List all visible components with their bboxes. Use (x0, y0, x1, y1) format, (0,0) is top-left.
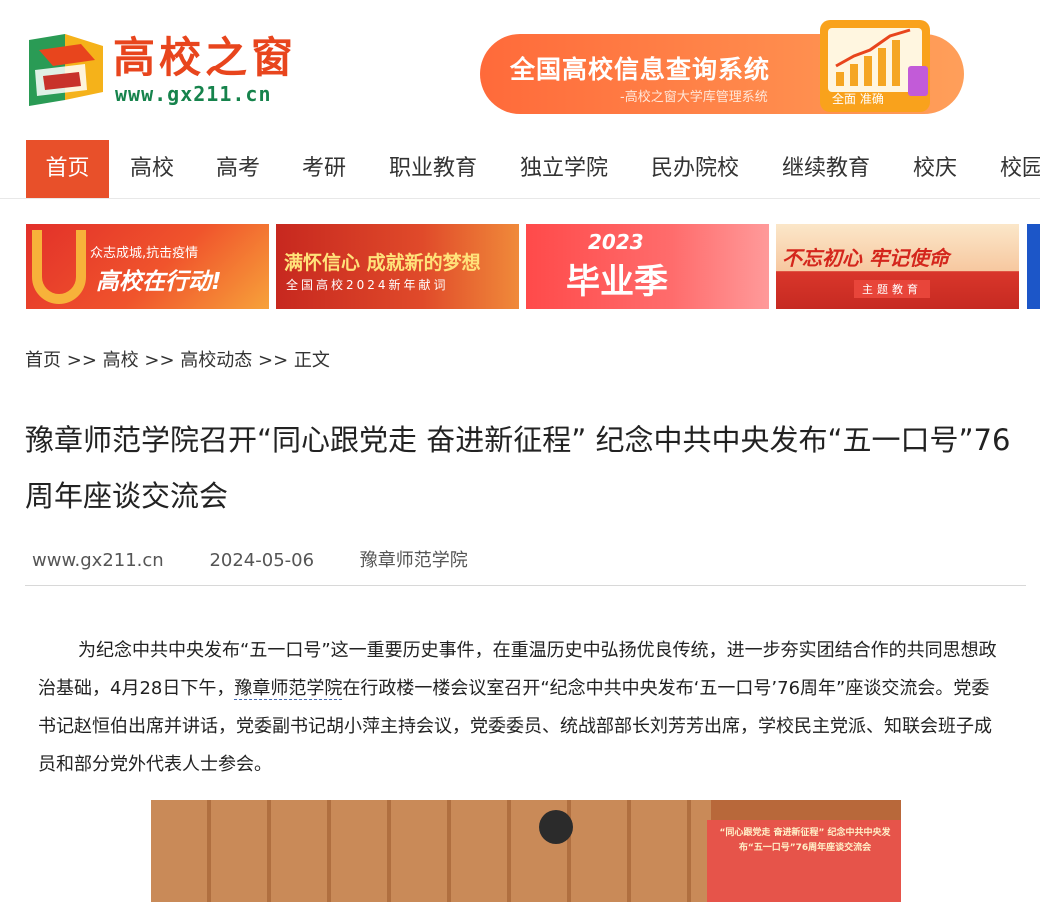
college-inline-link[interactable]: 豫章师范学院 (234, 678, 343, 700)
ad-tagline: 全面 准确 (832, 92, 884, 106)
nav-item-independent-colleges[interactable]: 独立学院 (520, 140, 608, 198)
letter-u-graphic (32, 230, 86, 304)
breadcrumb-college-news[interactable]: 高校动态 (180, 350, 252, 371)
article-photo: “同心跟党走 奋进新征程” 纪念中共中央发布“五一口号”76周年座谈交流会 (151, 800, 901, 902)
promo-banner-line1: 不忘初心 牢记使命 (782, 246, 949, 270)
nav-item-anniversary[interactable]: 校庆 (913, 140, 957, 198)
promo-banner-line2: 毕业季 (566, 262, 668, 302)
main-nav: 首页 高校 高考 考研 职业教育 独立学院 民办院校 继续教育 校庆 校园 (0, 140, 1040, 199)
promo-banner-line2: 全国高校2024新年献词 (286, 278, 449, 292)
promo-banner-line1: 满怀信心 成就新的梦想 (284, 252, 481, 274)
promo-banner-theme-education[interactable]: 不忘初心 牢记使命 主题教育 (776, 224, 1019, 309)
article-source-site: www.gx211.cn (32, 550, 164, 571)
site-logo[interactable]: 高校之窗 www.gx211.cn (25, 30, 325, 110)
article-title: 豫章师范学院召开“同心跟党走 奋进新征程” 纪念中共中央发布“五一口号”76周年… (25, 423, 1011, 513)
ceiling-speaker (539, 810, 573, 844)
nav-item-kaoyan[interactable]: 考研 (302, 140, 346, 198)
logo-domain: www.gx211.cn (115, 82, 272, 106)
promo-banner-partial[interactable] (1027, 224, 1040, 309)
article-meta: www.gx211.cn 2024-05-06 豫章师范学院 (32, 546, 508, 572)
breadcrumb-separator: >> (258, 350, 289, 371)
promo-banner-line2: 高校在行动! (96, 269, 222, 295)
nav-item-colleges[interactable]: 高校 (130, 140, 174, 198)
wood-wall-graphic (151, 800, 711, 902)
article-paragraph: 为纪念中共中央发布“五一口号”这一重要历史事件，在重温历史中弘扬优良传统，进一步… (38, 632, 1006, 784)
projection-screen-text: “同心跟党走 奋进新征程” 纪念中共中央发布“五一口号”76周年座谈交流会 (719, 828, 891, 853)
breadcrumb-current: 正文 (293, 350, 330, 371)
promo-banner-line1: 众志成城,抗击疫情 (90, 246, 199, 261)
nav-item-gaokao[interactable]: 高考 (216, 140, 260, 198)
promo-banner-line1: 2023 (588, 230, 644, 254)
breadcrumb-colleges[interactable]: 高校 (103, 350, 139, 371)
breadcrumb-separator: >> (144, 350, 175, 371)
promo-banner-fight-epidemic[interactable]: 众志成城,抗击疫情 高校在行动! (26, 224, 269, 309)
nav-item-private-colleges[interactable]: 民办院校 (651, 140, 739, 198)
meta-divider (25, 585, 1026, 586)
ad-subtitle: -高校之窗大学库管理系统 (620, 90, 768, 105)
promo-banner-graduation[interactable]: 2023 毕业季 (526, 224, 769, 309)
nav-item-campus[interactable]: 校园 (1000, 140, 1040, 198)
ad-title: 全国高校信息查询系统 (510, 55, 771, 84)
college-query-ad-banner[interactable]: 全国高校信息查询系统 -高校之窗大学库管理系统 全面 准确 (480, 20, 964, 114)
article-date: 2024-05-06 (209, 550, 315, 571)
logo-window-icon (29, 34, 103, 106)
breadcrumb-home[interactable]: 首页 (25, 350, 61, 371)
site-header: 高校之窗 www.gx211.cn 全国高校信息查询系统 -高校之窗大学库管理系… (0, 0, 1040, 140)
breadcrumb-separator: >> (66, 350, 97, 371)
logo-name: 高校之窗 (113, 33, 298, 82)
nav-item-home[interactable]: 首页 (26, 140, 109, 198)
nav-item-continuing-education[interactable]: 继续教育 (782, 140, 870, 198)
nav-item-vocational[interactable]: 职业教育 (389, 140, 477, 198)
promo-banner-new-year[interactable]: 满怀信心 成就新的梦想 全国高校2024新年献词 (276, 224, 519, 309)
article-author: 豫章师范学院 (359, 550, 468, 571)
breadcrumb: 首页 >> 高校 >> 高校动态 >> 正文 (25, 346, 330, 372)
promo-banner-line2: 主题教育 (854, 280, 930, 298)
